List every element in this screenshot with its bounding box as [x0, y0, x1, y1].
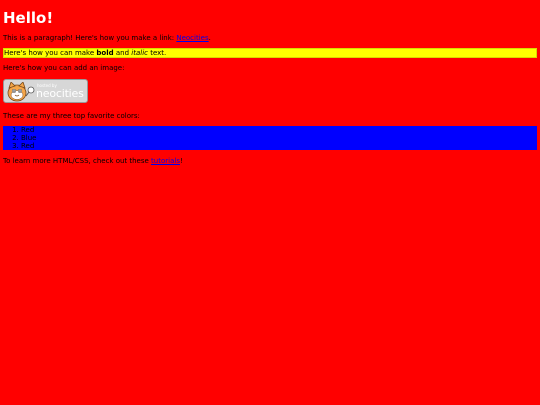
badge-brand-text: neocities [36, 87, 84, 100]
format-text-middle: and [113, 49, 132, 57]
tutorials-link[interactable]: tutorials [151, 157, 180, 165]
intro-end: . [208, 34, 211, 42]
italic-text: italic [131, 49, 148, 57]
neocities-link[interactable]: Neocities [176, 34, 208, 42]
tutorials-text: To learn more HTML/CSS, check out these [3, 157, 152, 165]
neocities-badge[interactable]: hosted by neocities [3, 79, 88, 103]
bold-text: bold [96, 49, 114, 57]
list-item: Red [21, 142, 537, 150]
page-heading: Hello! [3, 9, 54, 27]
format-text-before: Here's how you can make [4, 49, 97, 57]
tutorials-end: ! [179, 157, 183, 165]
tutorials-paragraph: To learn more HTML/CSS, check out these … [3, 157, 183, 166]
highlighted-paragraph: Here's how you can make bold and italic … [3, 48, 537, 58]
format-text-after: text. [147, 49, 167, 57]
colors-list: Red Blue Red [3, 126, 537, 150]
colors-intro: These are my three top favorite colors: [3, 112, 140, 120]
intro-paragraph: This is a paragraph! Here's how you make… [3, 34, 211, 43]
intro-text: This is a paragraph! Here's how you make… [3, 34, 177, 42]
list-item: Red [21, 126, 537, 134]
image-paragraph: Here's how you can add an image: [3, 64, 125, 72]
page: Hello! This is a paragraph! Here's how y… [0, 0, 540, 405]
list-item: Blue [21, 134, 537, 142]
neocities-cat-icon [7, 82, 35, 102]
